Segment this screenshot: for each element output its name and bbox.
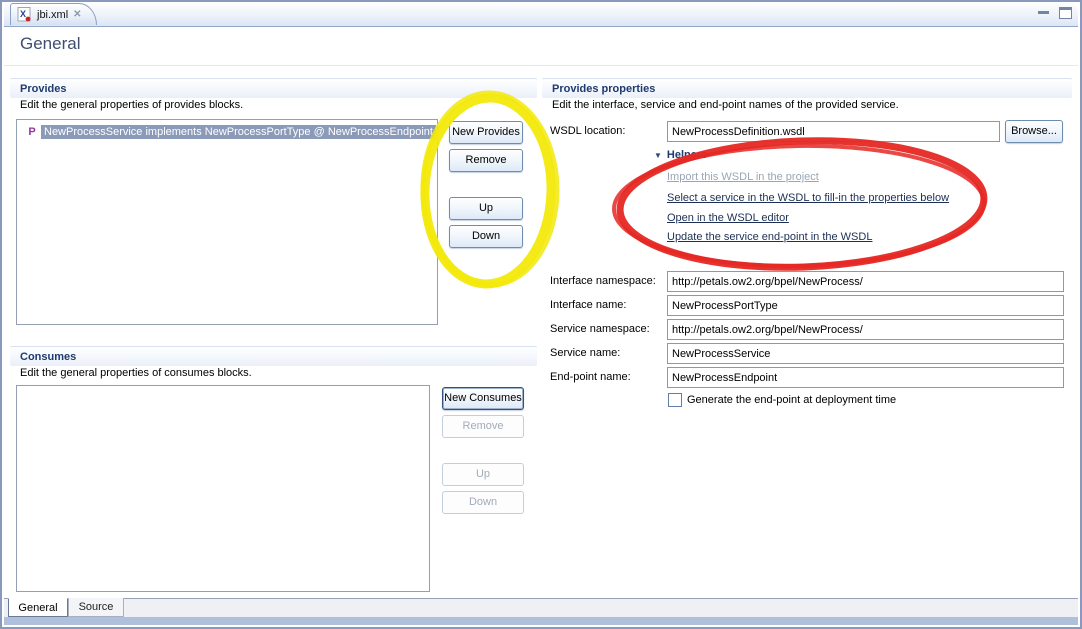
- service-namespace-label: Service namespace:: [550, 323, 650, 335]
- consumes-description: Edit the general properties of consumes …: [20, 367, 252, 379]
- provides-properties-description: Edit the interface, service and end-poin…: [552, 99, 899, 111]
- provides-description: Edit the general properties of provides …: [20, 99, 243, 111]
- consumes-list[interactable]: [16, 385, 430, 592]
- bottom-status-strip: [4, 617, 1078, 625]
- provides-list-item[interactable]: P NewProcessService implements NewProces…: [17, 123, 437, 140]
- svg-text:X: X: [20, 9, 26, 19]
- xml-file-icon: X: [17, 7, 32, 22]
- endpoint-name-input[interactable]: [667, 367, 1064, 388]
- editor-tab-bar: X jbi.xml ✕: [4, 2, 1078, 27]
- down-provides-button[interactable]: Down: [449, 225, 523, 248]
- down-consumes-button: Down: [442, 491, 524, 514]
- browse-button[interactable]: Browse...: [1005, 120, 1063, 143]
- collapse-arrow-icon: ▼: [654, 151, 662, 160]
- service-name-input[interactable]: [667, 343, 1064, 364]
- xml-icon-dot: [26, 17, 31, 22]
- provides-item-text: NewProcessService implements NewProcessP…: [41, 125, 436, 139]
- helpers-title: Helpers: [667, 149, 707, 161]
- title-separator: [4, 65, 1078, 66]
- link-open-wsdl-editor[interactable]: Open in the WSDL editor: [667, 212, 789, 224]
- new-consumes-button[interactable]: New Consumes: [442, 387, 524, 410]
- minimize-view-icon[interactable]: [1038, 11, 1049, 14]
- up-consumes-button: Up: [442, 463, 524, 486]
- interface-name-label: Interface name:: [550, 299, 626, 311]
- helpers-section-toggle[interactable]: ▼ Helpers: [654, 149, 707, 161]
- interface-name-input[interactable]: [667, 295, 1064, 316]
- editor-page-tab-bar: General Source: [4, 598, 1078, 617]
- tab-source[interactable]: Source: [68, 598, 124, 617]
- tab-jbi-xml[interactable]: X jbi.xml ✕: [10, 3, 97, 25]
- service-name-label: Service name:: [550, 347, 620, 359]
- interface-namespace-input[interactable]: [667, 271, 1064, 292]
- new-provides-button[interactable]: New Provides: [449, 121, 523, 144]
- provides-properties-section-header: Provides properties: [542, 78, 1072, 98]
- provides-section-title: Provides: [10, 79, 537, 95]
- consumes-section-header: Consumes: [10, 346, 537, 366]
- provides-list[interactable]: P NewProcessService implements NewProces…: [16, 119, 438, 325]
- editor-window: X jbi.xml ✕ General Provides Edit the ge…: [0, 0, 1082, 629]
- provides-item-icon: P: [25, 126, 39, 138]
- maximize-view-icon[interactable]: [1059, 7, 1072, 19]
- remove-consumes-button: Remove: [442, 415, 524, 438]
- wsdl-location-label: WSDL location:: [550, 125, 625, 137]
- provides-properties-title: Provides properties: [542, 79, 1072, 95]
- link-update-endpoint[interactable]: Update the service end-point in the WSDL: [667, 231, 872, 243]
- remove-provides-button[interactable]: Remove: [449, 149, 523, 172]
- service-namespace-input[interactable]: [667, 319, 1064, 340]
- generate-endpooint-label: Generate the end-point at deployment tim…: [687, 394, 896, 406]
- wsdl-location-input[interactable]: [667, 121, 1000, 142]
- tab-general[interactable]: General: [8, 598, 68, 617]
- tab-close-icon[interactable]: ✕: [73, 9, 81, 20]
- page-title: General: [20, 34, 80, 54]
- interface-namespace-label: Interface namespace:: [550, 275, 656, 287]
- consumes-section-title: Consumes: [10, 347, 537, 363]
- link-select-service[interactable]: Select a service in the WSDL to fill-in …: [667, 192, 949, 204]
- provides-section-header: Provides: [10, 78, 537, 98]
- link-import-wsdl: Import this WSDL in the project: [667, 171, 819, 183]
- endpoint-name-label: End-point name:: [550, 371, 631, 383]
- up-provides-button[interactable]: Up: [449, 197, 523, 220]
- generate-endpoint-checkbox[interactable]: [668, 393, 682, 407]
- tab-title: jbi.xml: [37, 9, 68, 21]
